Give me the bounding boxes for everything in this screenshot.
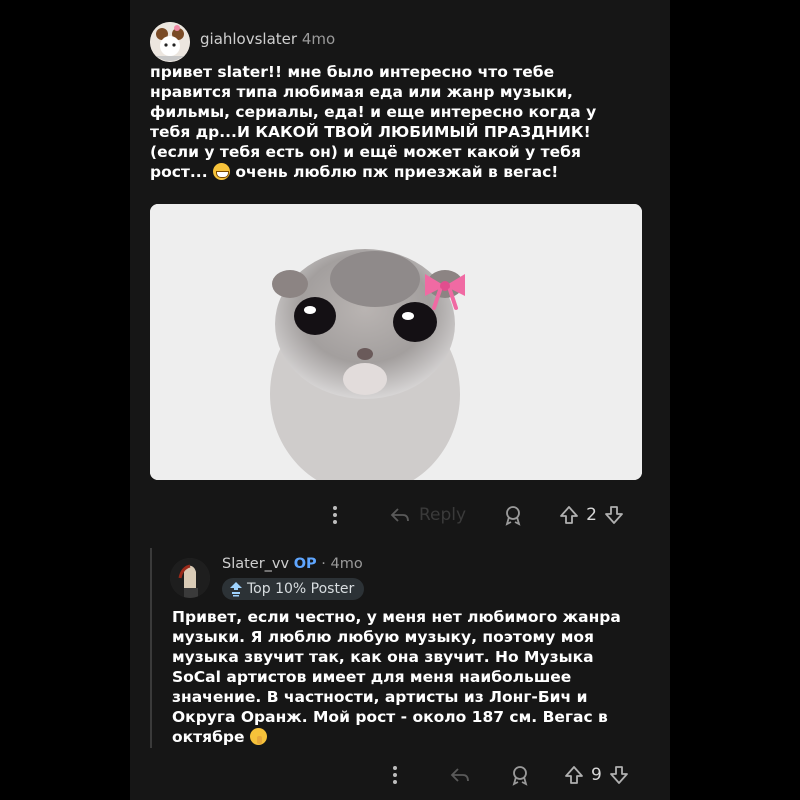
upvote-icon[interactable]: [563, 764, 585, 786]
hamster-image[interactable]: [150, 204, 642, 480]
post-actions: Reply 2: [325, 500, 625, 530]
user-avatar[interactable]: [150, 22, 190, 62]
downvote-icon[interactable]: [608, 764, 630, 786]
award-icon[interactable]: [502, 504, 524, 526]
post-body: привет slater!! мне было интересно что т…: [150, 62, 635, 182]
reply-author[interactable]: Slater_vv OP · 4mo: [222, 556, 363, 572]
op-label: OP: [293, 556, 317, 572]
vote-count: 9: [591, 765, 602, 785]
reply-icon[interactable]: [449, 765, 471, 785]
reply-time: 4mo: [330, 556, 363, 572]
badge-icon: [230, 582, 242, 597]
reply-label: Reply: [419, 505, 467, 525]
reply-actions: 9: [385, 760, 630, 790]
more-icon[interactable]: [385, 763, 405, 787]
award-icon[interactable]: [509, 764, 531, 786]
badge-label: Top 10% Poster: [247, 581, 355, 597]
user-flair-badge[interactable]: Top 10% Poster: [222, 578, 365, 600]
reply-body-text: Привет, если честно, у меня нет любимого…: [172, 608, 621, 746]
shush-emoji-icon: [249, 728, 267, 745]
reply-separator: ·: [321, 556, 326, 572]
reply-body: Привет, если честно, у меня нет любимого…: [172, 607, 642, 747]
reply-avatar[interactable]: [170, 558, 210, 598]
reply-username[interactable]: Slater_vv: [222, 556, 289, 572]
more-icon[interactable]: [325, 503, 345, 527]
grin-emoji-icon: [213, 163, 230, 180]
reply-button[interactable]: Reply: [389, 505, 466, 525]
post-author[interactable]: giahlovslater 4mo: [200, 30, 335, 48]
upvote-icon[interactable]: [558, 504, 580, 526]
vote-count: 2: [586, 505, 597, 525]
reply-icon: [390, 508, 409, 522]
downvote-icon[interactable]: [603, 504, 625, 526]
post-time: 4mo: [301, 30, 336, 48]
post-body-end: очень люблю пж приезжай в вегас!: [235, 163, 559, 181]
thread-line[interactable]: [150, 548, 152, 748]
author-username[interactable]: giahlovslater: [200, 30, 297, 48]
